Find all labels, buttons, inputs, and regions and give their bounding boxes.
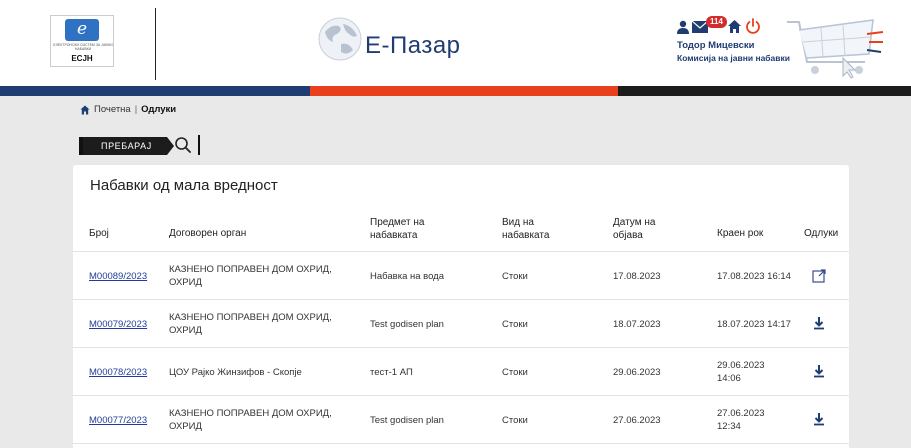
search-button[interactable]: ПРЕБАРАЈ	[79, 137, 174, 155]
table-row: M00077/2023 КАЗНЕНО ПОПРАВЕН ДОМ ОХРИД, …	[73, 395, 849, 443]
row-pub-date: 18.07.2023	[613, 319, 661, 330]
globe-icon	[318, 17, 362, 61]
row-authority: КАЗНЕНО ПОПРАВЕН ДОМ ОХРИД, ОХРИД	[169, 264, 332, 288]
row-number-link[interactable]: M00089/2023	[89, 270, 147, 283]
header-deadline: Краен рок	[717, 228, 764, 239]
table-row: M00089/2023 КАЗНЕНО ПОПРАВЕН ДОМ ОХРИД, …	[73, 251, 849, 299]
table-row: M00078/2023 ЦОУ Рајко Жинзифов - Скопје …	[73, 347, 849, 395]
top-header: e ЕЛЕКТРОНСКИ СИСТЕМ ЗА ЈАВНИ НАБАВКИ ЕС…	[0, 0, 911, 86]
row-pub-date: 27.06.2023	[613, 415, 661, 426]
breadcrumb-home-link[interactable]: Почетна	[94, 104, 131, 115]
row-deadline: 27.06.2023 12:34	[717, 408, 765, 432]
procurements-card: Набавки од мала вредност Број Договорен …	[73, 165, 849, 448]
header-stripe-black	[618, 86, 911, 96]
row-number-link[interactable]: M00078/2023	[89, 366, 147, 379]
row-pub-date: 29.06.2023	[613, 367, 661, 378]
user-name[interactable]: Тодор Мицевски	[677, 40, 755, 51]
row-subject: Test godisen plan	[370, 319, 444, 330]
header-stripe-blue	[0, 86, 310, 96]
download-icon[interactable]	[811, 411, 827, 427]
search-icon[interactable]	[174, 136, 192, 154]
table-header: Број Договорен орган Предмет на набавкат…	[73, 213, 849, 253]
download-icon[interactable]	[811, 315, 827, 331]
logo-e-mark: e	[65, 19, 99, 41]
row-type: Стоки	[502, 367, 528, 378]
breadcrumb: Почетна | Одлуки	[80, 104, 176, 115]
breadcrumb-current: Одлуки	[141, 104, 177, 115]
row-deadline: 29.06.2023 14:06	[717, 360, 765, 384]
row-type: Стоки	[502, 319, 528, 330]
table-row: M00079/2023 КАЗНЕНО ПОПРАВЕН ДОМ ОХРИД, …	[73, 299, 849, 347]
row-type: Стоки	[502, 271, 528, 282]
row-type: Стоки	[502, 415, 528, 426]
row-deadline: 17.08.2023 16:14	[717, 271, 791, 282]
home-icon[interactable]	[727, 19, 742, 34]
breadcrumb-separator: |	[134, 104, 138, 115]
external-link-icon[interactable]	[811, 268, 827, 284]
user-icon[interactable]	[676, 20, 690, 34]
row-subject: Test godisen plan	[370, 415, 444, 426]
shopping-cart-illustration	[787, 19, 884, 79]
card-title: Набавки од мала вредност	[90, 177, 278, 194]
row-authority: КАЗНЕНО ПОПРАВЕН ДОМ ОХРИД, ОХРИД	[169, 408, 332, 432]
brand-title[interactable]: Е-Пазар	[365, 32, 461, 60]
logo-abbreviation: ЕСЈН	[71, 54, 93, 63]
header-decisions: Одлуки	[804, 228, 839, 239]
header-divider	[155, 8, 156, 80]
header-pub-date: Датум на објава	[613, 217, 656, 241]
search-cursor-bar	[198, 135, 200, 155]
table-row-divider	[73, 443, 849, 448]
power-icon[interactable]	[745, 18, 761, 34]
row-deadline: 18.07.2023 14:17	[717, 319, 791, 330]
header-stripe-red	[310, 86, 618, 96]
row-number-link[interactable]: M00079/2023	[89, 318, 147, 331]
row-subject: тест-1 АП	[370, 367, 413, 378]
header-subject: Предмет на набавката	[370, 217, 425, 241]
row-authority: КАЗНЕНО ПОПРАВЕН ДОМ ОХРИД, ОХРИД	[169, 312, 332, 336]
esjn-logo[interactable]: e ЕЛЕКТРОНСКИ СИСТЕМ ЗА ЈАВНИ НАБАВКИ ЕС…	[50, 15, 114, 67]
notification-badge: 114	[706, 16, 727, 28]
header-type: Вид на набавката	[502, 217, 550, 241]
download-icon[interactable]	[811, 363, 827, 379]
row-pub-date: 17.08.2023	[613, 271, 661, 282]
header-number: Број	[89, 228, 109, 239]
breadcrumb-home-icon[interactable]	[80, 105, 90, 115]
user-organization: Комисија на јавни набавки	[677, 53, 790, 63]
row-authority: ЦОУ Рајко Жинзифов - Скопје	[169, 367, 302, 378]
row-subject: Набавка на вода	[370, 271, 444, 282]
logo-subtitle: ЕЛЕКТРОНСКИ СИСТЕМ ЗА ЈАВНИ НАБАВКИ	[53, 43, 113, 51]
header-authority: Договорен орган	[169, 228, 247, 239]
row-number-link[interactable]: M00077/2023	[89, 414, 147, 427]
